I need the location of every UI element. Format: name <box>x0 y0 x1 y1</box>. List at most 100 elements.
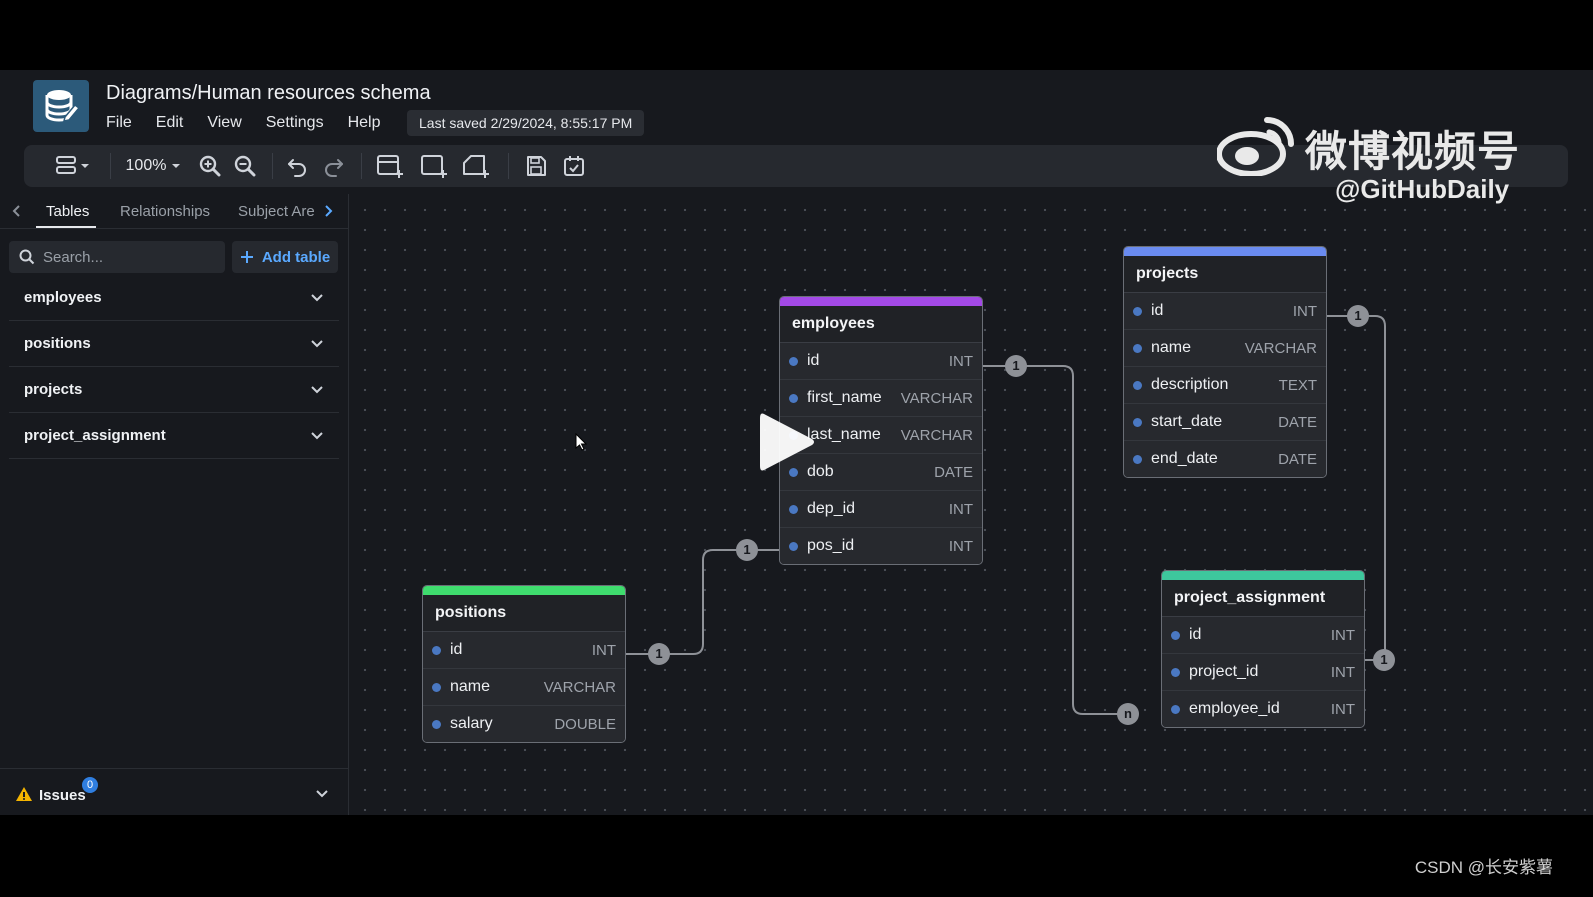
table-color-bar <box>780 297 982 306</box>
field-name: last_name <box>807 426 881 443</box>
field-type: INT <box>1330 700 1355 718</box>
tab-tables[interactable]: Tables <box>46 203 89 220</box>
save-button[interactable] <box>524 154 548 178</box>
cardinality-one-badge[interactable]: 1 <box>1005 355 1027 377</box>
save-icon <box>527 156 546 176</box>
zoom-out-icon <box>234 155 256 177</box>
field-name: salary <box>450 715 493 732</box>
last-saved-status: Last saved 2/29/2024, 8:55:17 PM <box>407 110 645 136</box>
field-name: project_id <box>1189 663 1259 680</box>
field-end-date[interactable]: end_date DATE <box>1124 441 1326 477</box>
table-header[interactable]: projects <box>1124 256 1326 293</box>
field-handle[interactable] <box>1133 380 1142 390</box>
field-description[interactable]: description TEXT <box>1124 367 1326 404</box>
field-pos-id[interactable]: pos_id INT <box>780 528 982 564</box>
sidebar-item-project-assignment[interactable]: project_assignment <box>9 413 339 459</box>
field-id[interactable]: id INT <box>1162 617 1364 654</box>
cardinality-one-badge[interactable]: 1 <box>1373 649 1395 671</box>
table-header[interactable]: employees <box>780 306 982 343</box>
field-handle[interactable] <box>789 504 798 514</box>
field-handle[interactable] <box>1133 454 1142 464</box>
cardinality-many-badge[interactable]: n <box>1117 703 1139 725</box>
table-projects[interactable]: projects id INT name VARCHAR description TE… <box>1123 246 1327 478</box>
field-handle[interactable] <box>1133 306 1142 316</box>
menu-edit[interactable]: Edit <box>156 114 184 132</box>
chevron-down-icon <box>311 385 323 393</box>
menu-file[interactable]: File <box>106 114 132 132</box>
field-handle[interactable] <box>1133 417 1142 427</box>
field-name[interactable]: name VARCHAR <box>423 669 625 706</box>
add-table-tool-button[interactable] <box>376 154 404 178</box>
field-dep-id[interactable]: dep_id INT <box>780 491 982 528</box>
tab-relationships[interactable]: Relationships <box>120 203 210 220</box>
field-type: INT <box>1330 626 1355 644</box>
field-name[interactable]: name VARCHAR <box>1124 330 1326 367</box>
cardinality-one-badge[interactable]: 1 <box>648 643 670 665</box>
field-project-id[interactable]: project_id INT <box>1162 654 1364 691</box>
zoom-in-icon <box>199 155 221 177</box>
field-handle[interactable] <box>1171 667 1180 677</box>
chevron-right-icon[interactable] <box>324 204 334 218</box>
menu-view[interactable]: View <box>207 114 241 132</box>
field-salary[interactable]: salary DOUBLE <box>423 706 625 742</box>
field-employee-id[interactable]: employee_id INT <box>1162 691 1364 727</box>
tab-subject-areas[interactable]: Subject Are <box>238 203 315 220</box>
field-handle[interactable] <box>1133 343 1142 353</box>
chevron-left-icon[interactable] <box>11 204 21 218</box>
video-play-icon[interactable] <box>760 412 816 472</box>
add-table-button[interactable]: Add table <box>232 241 338 273</box>
field-handle[interactable] <box>789 393 798 403</box>
menu-help[interactable]: Help <box>348 114 381 132</box>
todo-button[interactable] <box>562 154 586 178</box>
app-logo[interactable] <box>33 80 89 132</box>
field-id[interactable]: id INT <box>1124 293 1326 330</box>
add-note-tool-button[interactable] <box>462 154 490 178</box>
menu-settings[interactable]: Settings <box>266 114 324 132</box>
field-handle[interactable] <box>432 719 441 729</box>
search-input[interactable] <box>41 247 215 267</box>
field-type: VARCHAR <box>900 426 973 444</box>
zoom-in-button[interactable] <box>198 154 222 178</box>
zoom-select[interactable]: 100% <box>124 154 184 178</box>
weibo-watermark-text: 微博视频号 <box>1305 128 1521 175</box>
field-name: id <box>807 352 820 369</box>
diagram-canvas[interactable]: employees id INT first_name VARCHAR last_n… <box>349 194 1593 815</box>
field-handle[interactable] <box>789 356 798 366</box>
field-handle[interactable] <box>1171 630 1180 640</box>
zoom-out-button[interactable] <box>233 154 257 178</box>
field-start-date[interactable]: start_date DATE <box>1124 404 1326 441</box>
active-tab-indicator <box>36 226 96 228</box>
redo-icon <box>325 159 343 177</box>
layout-menu-button[interactable] <box>52 154 92 178</box>
field-handle[interactable] <box>432 645 441 655</box>
field-handle[interactable] <box>789 541 798 551</box>
field-handle[interactable] <box>1171 704 1180 714</box>
chevron-down-icon[interactable] <box>316 789 328 799</box>
issues-panel[interactable]: Issues 0 <box>0 768 348 815</box>
diagram-title[interactable]: Diagrams/Human resources schema <box>106 82 431 105</box>
issues-label: Issues <box>39 787 86 804</box>
field-handle[interactable] <box>432 682 441 692</box>
add-note-icon <box>463 155 489 178</box>
table-header[interactable]: project_assignment <box>1162 580 1364 617</box>
field-id[interactable]: id INT <box>780 343 982 380</box>
add-area-tool-button[interactable] <box>420 154 448 178</box>
sidebar-item-label: project_assignment <box>24 427 166 444</box>
field-name: employee_id <box>1189 700 1280 717</box>
add-table-label: Add table <box>261 248 331 266</box>
cardinality-one-badge[interactable]: 1 <box>736 539 758 561</box>
table-project-assignment[interactable]: project_assignment id INT project_id INT e… <box>1161 570 1365 728</box>
cardinality-one-badge[interactable]: 1 <box>1347 305 1369 327</box>
sidebar-item-positions[interactable]: positions <box>9 321 339 367</box>
menu-bar: File Edit View Settings Help <box>106 114 404 132</box>
field-id[interactable]: id INT <box>423 632 625 669</box>
table-positions[interactable]: positions id INT name VARCHAR salary DOUBLE <box>422 585 626 743</box>
sidebar-item-employees[interactable]: employees <box>9 275 339 321</box>
search-box[interactable] <box>9 241 225 273</box>
sidebar-item-projects[interactable]: projects <box>9 367 339 413</box>
redo-button[interactable] <box>323 154 345 178</box>
chevron-down-icon <box>311 339 323 347</box>
table-header[interactable]: positions <box>423 595 625 632</box>
undo-button[interactable] <box>286 154 308 178</box>
weibo-logo-icon <box>1217 117 1294 176</box>
